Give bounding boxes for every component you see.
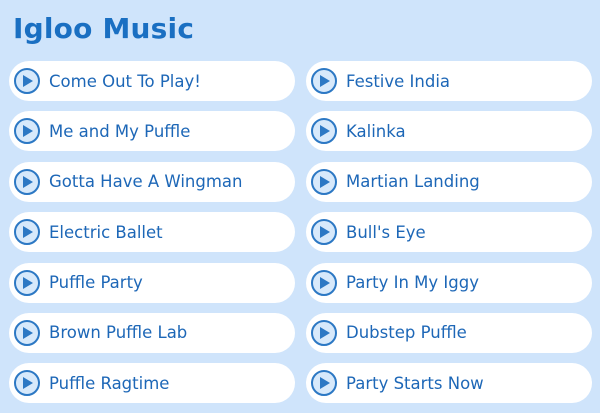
play-icon[interactable] xyxy=(311,168,337,195)
page-title: Igloo Music xyxy=(13,12,195,45)
song-button[interactable]: Bull's Eye xyxy=(306,212,592,253)
song-label: Puffle Party xyxy=(49,273,143,293)
song-label: Electric Ballet xyxy=(49,222,163,242)
song-button[interactable]: Party In My Iggy xyxy=(306,262,592,303)
song-button[interactable]: Kalinka xyxy=(306,111,592,152)
song-button[interactable]: Festive India xyxy=(306,61,592,101)
song-button[interactable]: Dubstep Puffle xyxy=(306,312,592,353)
song-button[interactable]: Me and My Puffle xyxy=(9,111,295,152)
play-icon[interactable] xyxy=(311,319,337,346)
play-icon[interactable] xyxy=(14,118,40,145)
song-label: Me and My Puffle xyxy=(49,121,191,141)
song-label: Gotta Have A Wingman xyxy=(49,172,243,192)
song-button[interactable]: Party Starts Now xyxy=(306,363,592,404)
song-button[interactable]: Come Out To Play! xyxy=(9,61,295,101)
song-button[interactable]: Gotta Have A Wingman xyxy=(9,161,295,202)
play-icon[interactable] xyxy=(14,168,40,195)
song-label: Brown Puffle Lab xyxy=(49,323,188,343)
song-list-right: Festive India Kalinka Martian Landing Bu… xyxy=(306,61,592,413)
play-icon[interactable] xyxy=(14,68,40,94)
song-label: Dubstep Puffle xyxy=(346,323,467,343)
song-button[interactable]: Martian Landing xyxy=(306,161,592,202)
song-label: Party In My Iggy xyxy=(346,273,479,293)
play-icon[interactable] xyxy=(14,219,40,246)
play-icon[interactable] xyxy=(311,118,337,145)
song-button[interactable]: Brown Puffle Lab xyxy=(9,312,295,353)
song-label: Party Starts Now xyxy=(346,373,484,393)
song-label: Puffle Ragtime xyxy=(49,373,170,393)
play-icon[interactable] xyxy=(311,219,337,246)
play-icon[interactable] xyxy=(311,370,337,397)
song-label: Come Out To Play! xyxy=(49,71,201,91)
play-icon[interactable] xyxy=(311,269,337,296)
song-label: Bull's Eye xyxy=(346,222,426,242)
play-icon[interactable] xyxy=(14,319,40,346)
song-button[interactable]: Electric Ballet xyxy=(9,212,295,253)
song-list-left: Come Out To Play! Me and My Puffle Gotta… xyxy=(9,61,295,413)
play-icon[interactable] xyxy=(14,269,40,296)
song-label: Festive India xyxy=(346,71,451,91)
song-button[interactable]: Puffle Party xyxy=(9,262,295,303)
song-label: Kalinka xyxy=(346,121,406,141)
song-button[interactable]: Puffle Ragtime xyxy=(9,363,295,404)
play-icon[interactable] xyxy=(311,68,337,94)
song-label: Martian Landing xyxy=(346,172,480,192)
play-icon[interactable] xyxy=(14,370,40,397)
